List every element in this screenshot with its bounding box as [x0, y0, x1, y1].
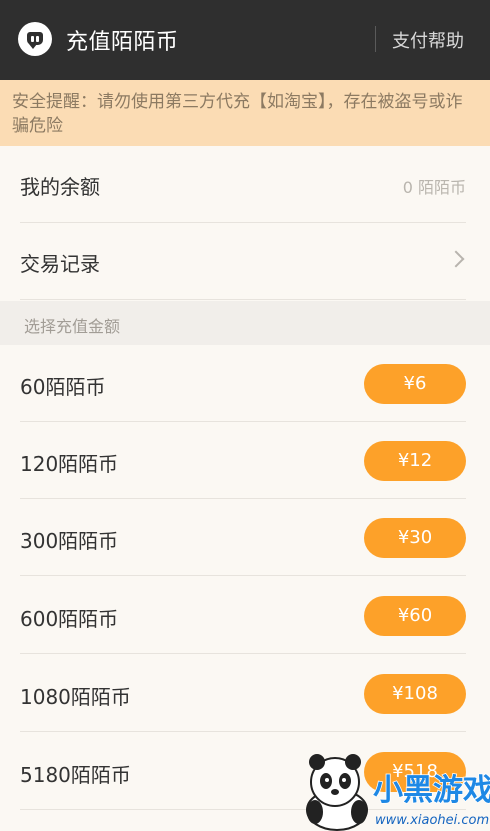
package-row: 60陌陌币 ¥6: [20, 345, 466, 422]
transaction-history-label: 交易记录: [20, 252, 100, 276]
page-title: 充值陌陌币: [66, 30, 179, 55]
section-title: 选择充值金额: [24, 317, 121, 336]
package-name: 60陌陌币: [20, 375, 106, 399]
price-button[interactable]: ¥6: [364, 364, 466, 404]
watermark-url: www.xiaohei.com: [375, 813, 489, 828]
package-name: 600陌陌币: [20, 607, 119, 631]
price-button[interactable]: ¥108: [364, 674, 466, 714]
section-header: 选择充值金额: [0, 301, 490, 345]
header-divider: [375, 26, 376, 52]
payment-help-button[interactable]: 支付帮助: [392, 27, 464, 53]
watermark-brand: 小黑游戏: [373, 773, 490, 808]
chevron-right-icon: [447, 250, 465, 268]
watermark-logo: 小黑游戏 www.xiaohei.com: [306, 754, 490, 831]
top-bar: 充值陌陌币 支付帮助: [0, 0, 490, 80]
logo-eye-right: [36, 36, 39, 42]
package-name: 300陌陌币: [20, 529, 119, 553]
security-warning-text: 安全提醒：请勿使用第三方代充【如淘宝】，存在被盗号或诈骗危险: [12, 92, 463, 136]
transaction-history-row[interactable]: 交易记录: [20, 223, 466, 300]
logo-eye-left: [31, 36, 34, 42]
package-row: 120陌陌币 ¥12: [20, 422, 466, 499]
package-row: 300陌陌币 ¥30: [20, 499, 466, 576]
package-row: 600陌陌币 ¥60: [20, 577, 466, 654]
package-name: 1080陌陌币: [20, 685, 131, 709]
price-button[interactable]: ¥30: [364, 518, 466, 558]
balance-row: 我的余额 0 陌陌币: [20, 146, 466, 223]
price-button[interactable]: ¥12: [364, 441, 466, 481]
price-button[interactable]: ¥60: [364, 596, 466, 636]
package-name: 120陌陌币: [20, 452, 119, 476]
package-row: 1080陌陌币 ¥108: [20, 655, 466, 732]
logo-tail: [29, 44, 37, 49]
panda-mascot-icon: [306, 754, 368, 831]
momo-logo-icon[interactable]: [18, 22, 52, 56]
security-warning-banner: 安全提醒：请勿使用第三方代充【如淘宝】，存在被盗号或诈骗危险: [0, 80, 490, 146]
balance-label: 我的余额: [20, 175, 100, 199]
balance-value: 0 陌陌币: [402, 178, 466, 197]
package-name: 5180陌陌币: [20, 763, 131, 787]
